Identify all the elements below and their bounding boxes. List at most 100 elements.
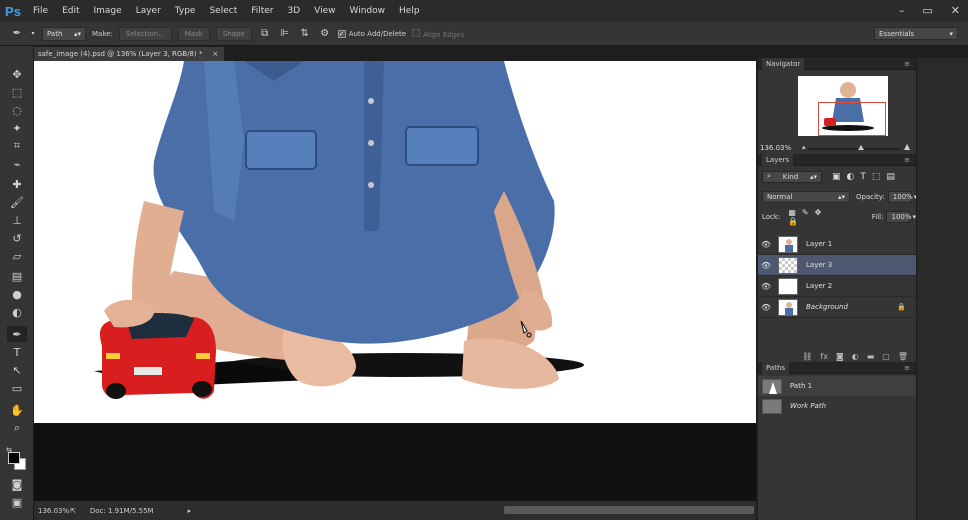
type-tool-icon[interactable]: T [7,344,27,360]
blur-tool-icon[interactable]: ● [7,286,27,302]
new-group-icon[interactable]: ▬ [867,352,875,361]
document-size-readout[interactable]: Doc: 1.91M/5.55M [90,507,154,515]
magic-wand-tool-icon[interactable]: ✦ [7,120,27,136]
menu-filter[interactable]: Filter [244,6,280,16]
options-bar: ✒ ▾ Path ▴▾ Make: Selection... Mask Shape… [0,22,968,46]
navigator-panel-header: Navigator ≡ [758,57,916,70]
fill-input[interactable]: 100% [886,210,912,223]
workspace-switcher[interactable]: Essentials ▾ [874,27,958,40]
add-mask-icon[interactable]: ◙ [836,352,844,361]
navigator-zoom-slider[interactable] [808,145,900,150]
zoom-readout[interactable]: 136.03% [38,507,69,515]
clone-stamp-tool-icon[interactable]: ⊥ [7,212,27,228]
document-workspace[interactable] [34,61,756,501]
link-layers-icon[interactable]: ⛓ [802,352,812,361]
restore-button[interactable]: ▭ [922,4,932,17]
zoom-out-icon[interactable]: ▴ [802,143,806,151]
opacity-input[interactable]: 100% [887,190,913,203]
eye-icon[interactable]: 👁 [758,303,774,312]
delete-layer-icon[interactable]: 🗑 [898,352,908,361]
dodge-tool-icon[interactable]: ◐ [7,304,27,320]
navigator-view-frame[interactable] [818,102,886,136]
menu-edit[interactable]: Edit [55,6,86,16]
path-operations-icon[interactable]: ⧉ [258,27,272,41]
move-tool-icon[interactable]: ✥ [7,66,27,82]
menu-type[interactable]: Type [168,6,203,16]
hand-tool-icon[interactable]: ✋ [7,402,27,418]
zoom-in-icon[interactable]: ▲ [904,142,910,151]
paths-panel: Path 1 Work Path [758,374,916,520]
layer-row-layer-3[interactable]: 👁 Layer 3 [758,255,916,276]
pen-tool-preset-icon[interactable]: ✒ [10,27,24,41]
menu-image[interactable]: Image [87,6,129,16]
foreground-color-swatch[interactable] [8,452,20,464]
path-arrangement-icon[interactable]: ⇅ [298,27,312,41]
lasso-tool-icon[interactable]: ◌ [7,102,27,118]
gear-icon[interactable]: ⚙ [318,27,332,41]
layer-row-layer-1[interactable]: 👁 Layer 1 [758,234,916,255]
eyedropper-tool-icon[interactable]: ⌁ [7,156,27,172]
new-layer-icon[interactable]: ▢ [882,352,890,361]
make-mask-button[interactable]: Mask [177,26,210,41]
eraser-tool-icon[interactable]: ▱ [7,248,27,264]
screen-mode-icon[interactable]: ▣ [7,494,27,510]
eye-icon[interactable]: 👁 [758,240,774,249]
chevron-down-icon[interactable]: ▾ [30,27,36,41]
close-button[interactable]: ✕ [951,4,960,17]
navigator-tab[interactable]: Navigator [762,57,805,70]
status-menu-arrow-icon[interactable]: ▸ [188,507,192,515]
adjustment-layer-icon[interactable]: ◐ [852,352,859,361]
export-icon[interactable]: ⇱ [70,507,76,515]
pen-tool-icon[interactable]: ✒ [7,326,27,342]
healing-brush-tool-icon[interactable]: ✚ [7,176,27,192]
layer-filter-select[interactable]: ⌕ Kind ▴▾ [762,170,822,183]
marquee-tool-icon[interactable]: ⬚ [7,84,27,100]
app-logo: Ps [5,3,21,19]
layers-tab[interactable]: Layers [762,153,794,166]
eye-icon[interactable]: 👁 [758,282,774,291]
menu-layer[interactable]: Layer [129,6,168,16]
minimize-button[interactable]: – [899,4,905,17]
layer-row-background[interactable]: 👁 Background 🔒 [758,297,916,318]
menu-select[interactable]: Select [202,6,244,16]
navigator-thumbnail[interactable] [798,76,888,136]
lock-icons[interactable]: ▦✎✥🔒 [788,208,839,226]
paths-tab[interactable]: Paths [762,361,790,374]
path-alignment-icon[interactable]: ⊫ [278,27,292,41]
align-edges-checkbox[interactable]: Align Edges [412,28,464,39]
gradient-tool-icon[interactable]: ▤ [7,268,27,284]
path-row-path-1[interactable]: Path 1 [758,376,916,396]
menu-bar: Ps File Edit Image Layer Type Select Fil… [0,0,968,22]
pen-mode-select[interactable]: Path ▴▾ [42,26,86,41]
menu-help[interactable]: Help [392,6,427,16]
make-shape-button[interactable]: Shape [215,26,252,41]
panel-menu-icon[interactable]: ≡ [904,364,910,372]
brush-tool-icon[interactable]: 🖌 [7,194,27,210]
auto-add-delete-checkbox[interactable]: ✓ Auto Add/Delete [337,29,406,38]
layers-panel-header: Layers ≡ [758,153,916,166]
crop-tool-icon[interactable]: ⌗ [7,138,27,154]
path-row-work-path[interactable]: Work Path [758,396,916,416]
layer-row-layer-2[interactable]: 👁 Layer 2 [758,276,916,297]
close-tab-icon[interactable]: × [212,50,218,58]
panel-menu-icon[interactable]: ≡ [904,156,910,164]
quick-mask-icon[interactable]: ◙ [7,476,27,492]
horizontal-scrollbar[interactable] [504,506,754,514]
make-selection-button[interactable]: Selection... [118,26,172,41]
blend-mode-select[interactable]: Normal ▴▾ [762,190,850,203]
menu-3d[interactable]: 3D [281,6,308,16]
navigator-zoom-value[interactable]: 136.03% [760,144,791,152]
rectangle-tool-icon[interactable]: ▭ [7,380,27,396]
path-selection-tool-icon[interactable]: ↖ [7,362,27,378]
zoom-tool-icon[interactable]: ⌕ [7,420,27,436]
image-canvas[interactable] [34,61,756,423]
history-brush-tool-icon[interactable]: ↺ [7,230,27,246]
panel-menu-icon[interactable]: ≡ [904,60,910,68]
menu-view[interactable]: View [307,6,342,16]
eye-icon[interactable]: 👁 [758,261,774,270]
menu-file[interactable]: File [26,6,55,16]
document-tab[interactable]: safe_image (4).psd @ 136% (Layer 3, RGB/… [34,47,224,61]
layer-filter-icons[interactable]: ▣◐T⬚▤ [832,172,901,182]
layer-style-icon[interactable]: fx [820,352,828,361]
menu-window[interactable]: Window [343,6,393,16]
